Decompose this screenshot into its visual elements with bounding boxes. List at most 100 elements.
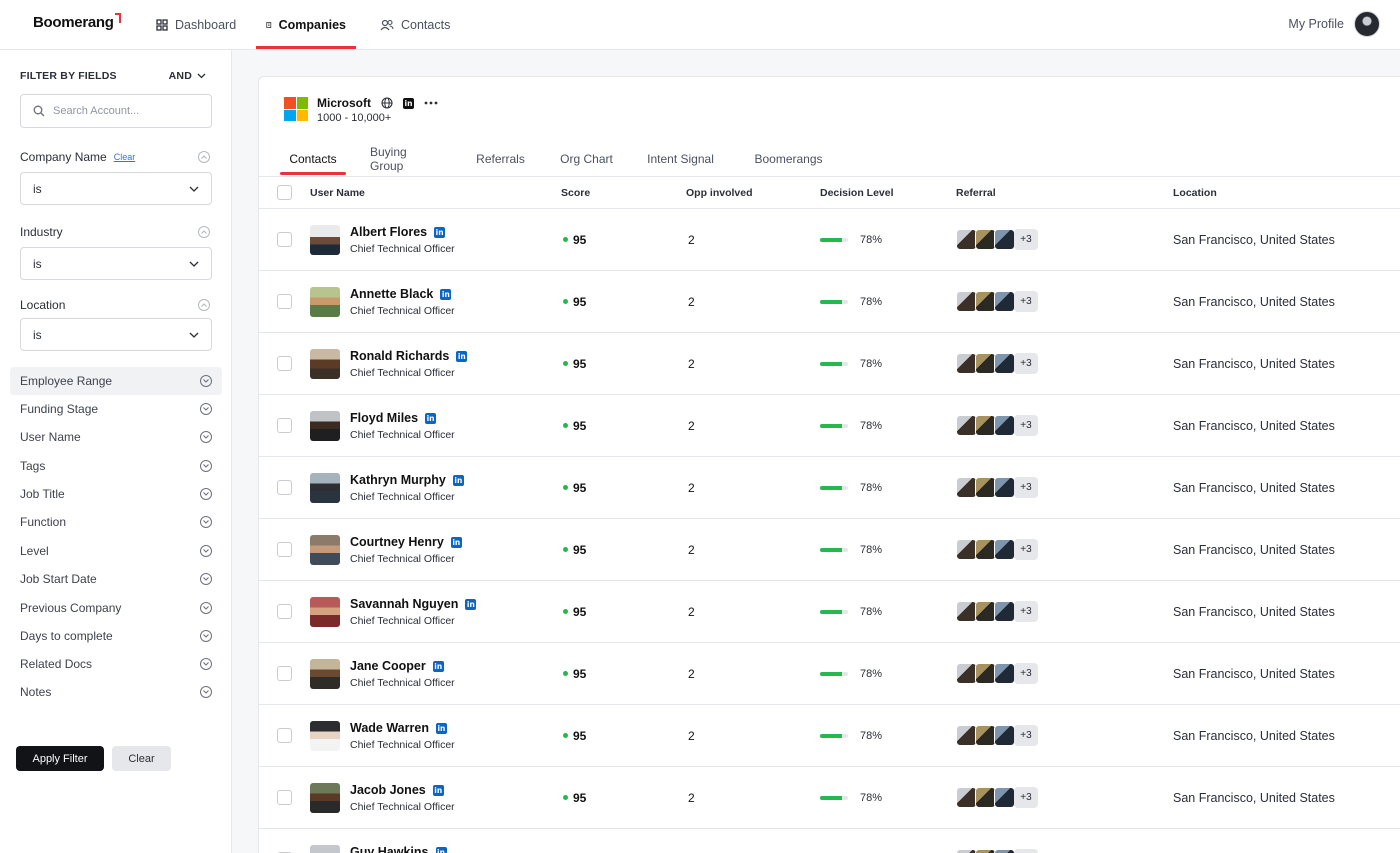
globe-icon[interactable] (381, 97, 393, 109)
row-checkbox[interactable] (277, 604, 292, 619)
referral-avatars[interactable]: +3 (956, 229, 1038, 250)
table-row[interactable]: Savannah Nguyen in Chief Technical Officer… (259, 581, 1400, 643)
filter-field-item[interactable]: User Name (10, 423, 222, 451)
industry-select[interactable]: is (20, 247, 212, 280)
table-row[interactable]: Annette Black in Chief Technical Officer 95… (259, 271, 1400, 333)
referral-avatars[interactable]: +3 (956, 291, 1038, 312)
expand-icon[interactable] (200, 545, 212, 557)
apply-filter-button[interactable]: Apply Filter (16, 746, 104, 771)
contact-name[interactable]: Annette Black (350, 287, 433, 302)
filter-field-item[interactable]: Related Docs (10, 650, 222, 678)
contact-name[interactable]: Kathryn Murphy (350, 473, 446, 488)
linkedin-icon[interactable]: in (440, 288, 452, 300)
avatar[interactable] (1354, 11, 1380, 37)
referral-avatars[interactable]: +3 (956, 787, 1038, 808)
filter-field-item[interactable]: Function (10, 508, 222, 536)
linkedin-icon[interactable]: in (403, 97, 414, 109)
clear-filter-button[interactable]: Clear (112, 746, 171, 771)
location-select[interactable]: is (20, 318, 212, 351)
expand-icon[interactable] (200, 686, 212, 698)
table-row[interactable]: Courtney Henry in Chief Technical Officer 9… (259, 519, 1400, 581)
column-header[interactable]: User Name (310, 177, 365, 208)
collapse-icon[interactable] (198, 226, 210, 238)
linkedin-icon[interactable]: in (435, 722, 447, 734)
table-row[interactable]: Jane Cooper in Chief Technical Officer 95 2 7… (259, 643, 1400, 705)
contact-name[interactable]: Wade Warren (350, 721, 429, 736)
column-header[interactable]: Opp involved (686, 177, 753, 208)
referral-more-count[interactable]: +3 (1014, 849, 1038, 853)
row-checkbox[interactable] (277, 666, 292, 681)
contact-name[interactable]: Floyd Miles (350, 411, 418, 426)
column-header[interactable]: Score (561, 177, 590, 208)
tab-boomerangs[interactable]: Boomerangs (754, 143, 822, 175)
table-row[interactable]: Albert Flores in Chief Technical Officer 95… (259, 209, 1400, 271)
filter-field-item[interactable]: Notes (10, 678, 222, 706)
row-checkbox[interactable] (277, 728, 292, 743)
contact-name[interactable]: Ronald Richards (350, 349, 449, 364)
filter-field-item[interactable]: Days to complete (10, 622, 222, 650)
referral-more-count[interactable]: +3 (1014, 291, 1038, 312)
expand-icon[interactable] (200, 403, 212, 415)
row-checkbox[interactable] (277, 232, 292, 247)
app-logo[interactable]: Boomerang (33, 13, 121, 31)
referral-more-count[interactable]: +3 (1014, 663, 1038, 684)
tab-org-chart[interactable]: Org Chart (560, 143, 613, 175)
search-input[interactable]: Search Account... (20, 94, 212, 128)
more-icon[interactable] (424, 101, 438, 105)
referral-more-count[interactable]: +3 (1014, 601, 1038, 622)
table-row[interactable]: Wade Warren in Chief Technical Officer 95 2 7… (259, 705, 1400, 767)
referral-avatars[interactable]: +3 (956, 601, 1038, 622)
tab-referrals[interactable]: Referrals (476, 143, 525, 175)
filter-field-item[interactable]: Job Start Date (10, 565, 222, 593)
referral-more-count[interactable]: +3 (1014, 353, 1038, 374)
nav-tab-contacts[interactable]: Contacts (370, 0, 460, 50)
linkedin-icon[interactable]: in (465, 598, 477, 610)
contact-name[interactable]: Courtney Henry (350, 535, 444, 550)
referral-more-count[interactable]: +3 (1014, 539, 1038, 560)
referral-more-count[interactable]: +3 (1014, 229, 1038, 250)
contact-name[interactable]: Savannah Nguyen (350, 597, 458, 612)
column-header[interactable]: Decision Level (820, 177, 894, 208)
filter-field-item[interactable]: Level (10, 537, 222, 565)
table-row[interactable]: Jacob Jones in Chief Technical Officer 95 2 7… (259, 767, 1400, 829)
referral-avatars[interactable]: +3 (956, 849, 1038, 853)
referral-avatars[interactable]: +3 (956, 415, 1038, 436)
referral-avatars[interactable]: +3 (956, 477, 1038, 498)
company-name-select[interactable]: is (20, 172, 212, 205)
referral-more-count[interactable]: +3 (1014, 725, 1038, 746)
row-checkbox[interactable] (277, 480, 292, 495)
linkedin-icon[interactable]: in (456, 350, 468, 362)
contact-name[interactable]: Jane Cooper (350, 659, 426, 674)
expand-icon[interactable] (200, 658, 212, 670)
filter-field-item[interactable]: Tags (10, 452, 222, 480)
expand-icon[interactable] (200, 375, 212, 387)
clear-link[interactable]: Clear (114, 152, 136, 162)
contact-name[interactable]: Guy Hawkins (350, 845, 429, 853)
referral-avatars[interactable]: +3 (956, 725, 1038, 746)
linkedin-icon[interactable]: in (432, 784, 444, 796)
linkedin-icon[interactable]: in (450, 536, 462, 548)
linkedin-icon[interactable]: in (452, 474, 464, 486)
row-checkbox[interactable] (277, 418, 292, 433)
column-header[interactable]: Referral (956, 177, 996, 208)
referral-avatars[interactable]: +3 (956, 353, 1038, 374)
logic-select[interactable]: AND (169, 70, 206, 82)
row-checkbox[interactable] (277, 356, 292, 371)
row-checkbox[interactable] (277, 790, 292, 805)
filter-field-item[interactable]: Funding Stage (10, 395, 222, 423)
select-all-checkbox[interactable] (277, 185, 292, 200)
filter-field-item[interactable]: Employee Range (10, 367, 222, 395)
tab-buying-group[interactable]: Buying Group (370, 143, 442, 175)
row-checkbox[interactable] (277, 294, 292, 309)
contact-name[interactable]: Jacob Jones (350, 783, 426, 798)
linkedin-icon[interactable]: in (434, 226, 446, 238)
expand-icon[interactable] (200, 516, 212, 528)
referral-avatars[interactable]: +3 (956, 539, 1038, 560)
expand-icon[interactable] (200, 630, 212, 642)
nav-tab-companies[interactable]: Companies (256, 0, 356, 50)
tab-intent-signal[interactable]: Intent Signal (647, 143, 714, 175)
tab-contacts[interactable]: Contacts (280, 143, 346, 175)
expand-icon[interactable] (200, 602, 212, 614)
referral-more-count[interactable]: +3 (1014, 477, 1038, 498)
linkedin-icon[interactable]: in (425, 412, 437, 424)
